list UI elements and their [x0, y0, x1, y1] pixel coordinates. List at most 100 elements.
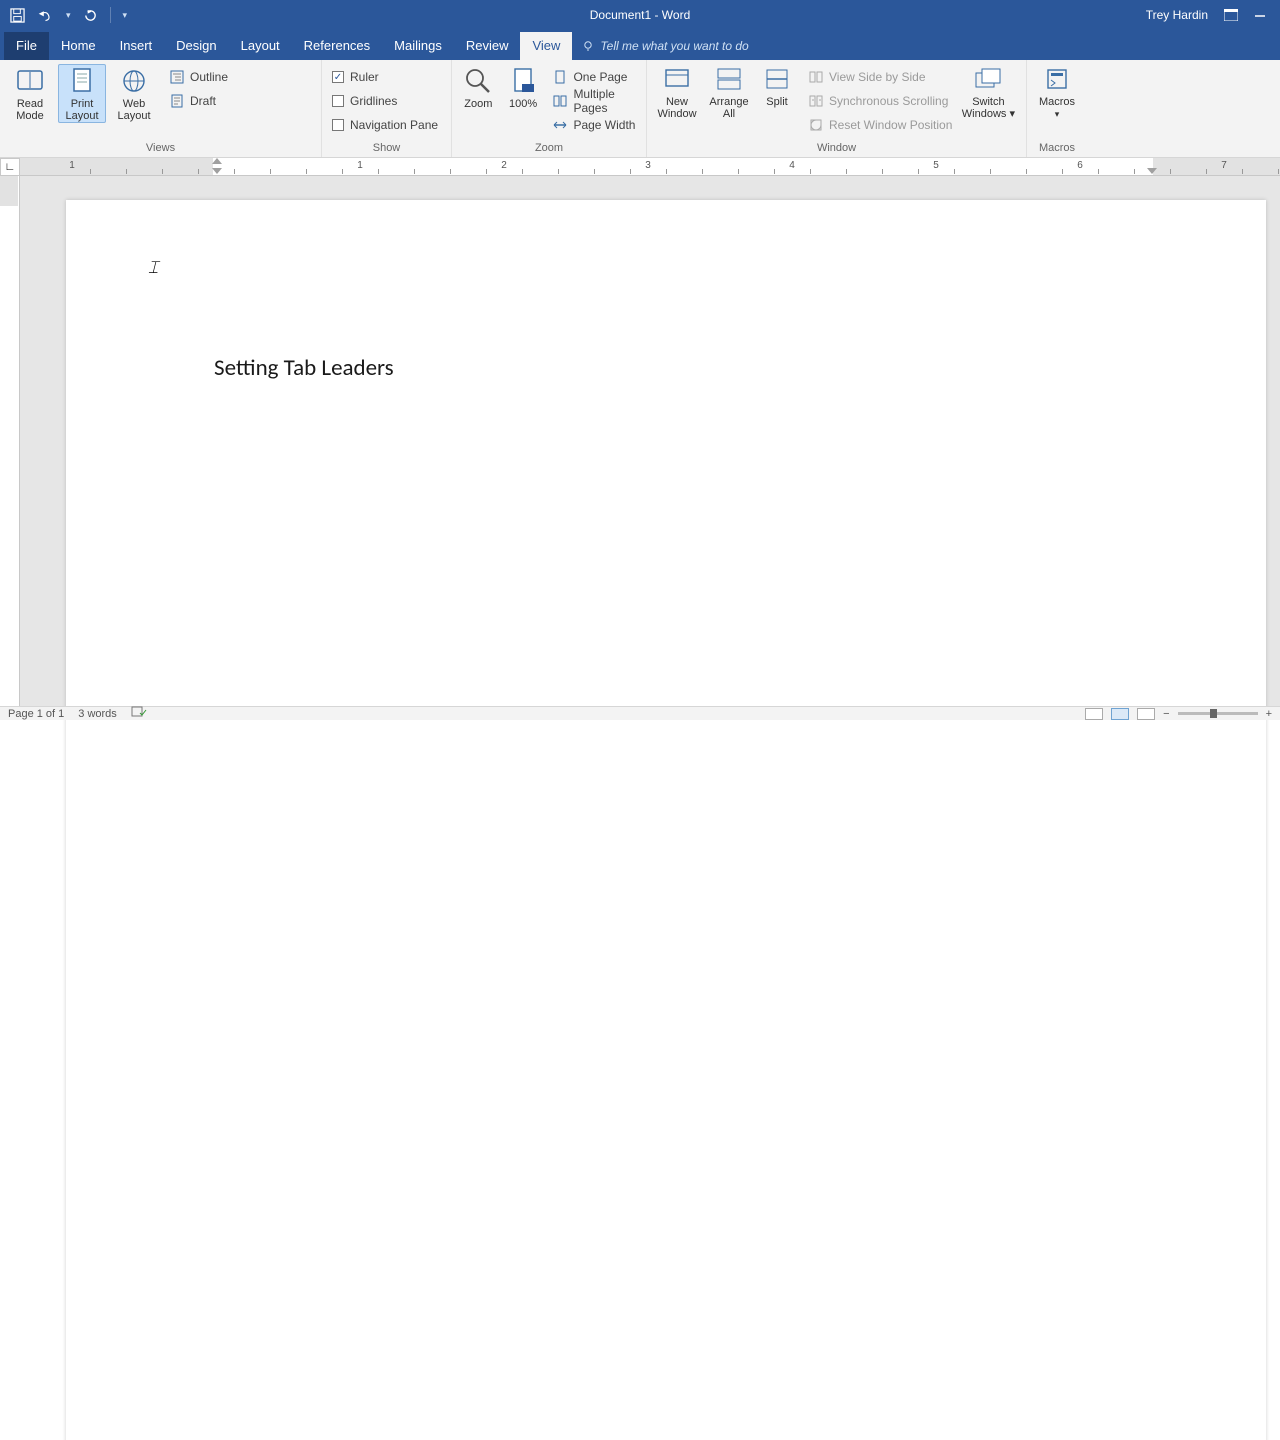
word-count[interactable]: 3 words — [78, 708, 117, 720]
ruler-tick: 7 — [1221, 160, 1227, 171]
group-show: ✓ Ruler Gridlines Navigation Pane Show — [322, 60, 452, 157]
group-zoom: Zoom 100% One Page Multiple Pages Page W… — [452, 60, 647, 157]
sync-scroll-icon — [809, 94, 823, 108]
group-window: NewWindow ArrangeAll Split View Side by … — [647, 60, 1027, 157]
checkbox-icon: ✓ — [332, 71, 344, 83]
side-by-side-icon — [809, 70, 823, 84]
outline-button[interactable]: Outline — [166, 66, 232, 88]
ruler-tick: 1 — [357, 160, 363, 171]
document-title: Document1 - Word — [590, 8, 690, 22]
reset-position-icon — [809, 118, 823, 132]
tab-selector[interactable]: ∟ — [0, 158, 20, 176]
checkbox-icon — [332, 95, 344, 107]
arrange-all-icon — [714, 66, 744, 94]
web-layout-view-icon[interactable] — [1137, 708, 1155, 720]
one-page-button[interactable]: One Page — [549, 66, 640, 88]
split-button[interactable]: Split — [757, 64, 797, 108]
page[interactable]: ⌶ Setting Tab Leaders — [66, 200, 1266, 1440]
read-mode-icon — [15, 66, 45, 96]
tab-review[interactable]: Review — [454, 32, 521, 60]
print-layout-button[interactable]: PrintLayout — [58, 64, 106, 123]
tab-design[interactable]: Design — [164, 32, 228, 60]
first-line-indent-marker[interactable] — [212, 158, 222, 164]
group-label-zoom: Zoom — [458, 140, 640, 157]
group-label-show: Show — [328, 140, 445, 157]
navigation-pane-checkbox[interactable]: Navigation Pane — [328, 114, 442, 136]
split-icon — [763, 66, 791, 94]
macros-icon — [1042, 66, 1072, 94]
ribbon-display-icon[interactable] — [1224, 9, 1238, 21]
tab-layout[interactable]: Layout — [229, 32, 292, 60]
gridlines-checkbox[interactable]: Gridlines — [328, 90, 442, 112]
print-layout-icon — [67, 66, 97, 96]
one-page-icon — [553, 70, 567, 84]
switch-windows-button[interactable]: SwitchWindows ▾ — [960, 64, 1016, 120]
status-bar: Page 1 of 1 3 words − + — [0, 706, 1280, 720]
group-label-views: Views — [6, 140, 315, 157]
print-layout-view-icon[interactable] — [1111, 708, 1129, 720]
tab-home[interactable]: Home — [49, 32, 108, 60]
multiple-pages-button[interactable]: Multiple Pages — [549, 90, 640, 112]
undo-icon[interactable] — [37, 8, 54, 23]
spellcheck-icon[interactable] — [131, 706, 147, 721]
draft-icon — [170, 94, 184, 108]
read-mode-button[interactable]: ReadMode — [6, 64, 54, 122]
ruler-tick: 6 — [1077, 160, 1083, 171]
title-bar: ▾ ▾ Document1 - Word Trey Hardin — [0, 0, 1280, 30]
chevron-down-icon: ▾ — [1006, 108, 1015, 120]
tab-insert[interactable]: Insert — [108, 32, 165, 60]
ruler-tick: 4 — [789, 160, 795, 171]
page-indicator[interactable]: Page 1 of 1 — [8, 708, 64, 720]
page-100-icon — [508, 66, 538, 96]
multiple-pages-icon — [553, 94, 567, 108]
document-body-text[interactable]: Setting Tab Leaders — [214, 354, 394, 382]
new-window-button[interactable]: NewWindow — [653, 64, 701, 120]
horizontal-ruler[interactable]: 1 1 2 3 4 5 6 7 — [20, 158, 1280, 176]
undo-dropdown-icon[interactable]: ▾ — [66, 10, 71, 21]
read-mode-view-icon[interactable] — [1085, 708, 1103, 720]
checkbox-icon — [332, 119, 344, 131]
group-label-window: Window — [653, 140, 1020, 157]
ruler-tick: 2 — [501, 160, 507, 171]
hanging-indent-marker[interactable] — [212, 168, 222, 174]
tab-mailings[interactable]: Mailings — [382, 32, 454, 60]
ribbon-tabs: File Home Insert Design Layout Reference… — [0, 30, 1280, 60]
zoom-button[interactable]: Zoom — [458, 64, 499, 110]
chevron-down-icon: ▾ — [1055, 109, 1060, 119]
zoom-out-icon[interactable]: − — [1163, 708, 1169, 720]
new-window-icon — [662, 66, 692, 94]
macros-button[interactable]: Macros▾ — [1033, 64, 1081, 120]
zoom-100-button[interactable]: 100% — [503, 64, 544, 110]
synchronous-scrolling-button: Synchronous Scrolling — [805, 90, 956, 112]
text-cursor-icon: ⌶ — [148, 258, 158, 278]
vertical-ruler[interactable] — [0, 176, 20, 706]
ruler-tick: 1 — [69, 160, 75, 171]
tell-me-search[interactable]: Tell me what you want to do — [572, 33, 758, 60]
user-name[interactable]: Trey Hardin — [1146, 8, 1208, 22]
outline-icon — [170, 70, 184, 84]
window-controls: Trey Hardin — [1146, 8, 1280, 22]
zoom-slider[interactable] — [1178, 712, 1258, 715]
ribbon: ReadMode PrintLayout WebLayout Outline D… — [0, 60, 1280, 158]
tab-file[interactable]: File — [4, 32, 49, 60]
page-width-button[interactable]: Page Width — [549, 114, 640, 136]
ruler-tick: 3 — [645, 160, 651, 171]
group-views: ReadMode PrintLayout WebLayout Outline D… — [0, 60, 322, 157]
lightbulb-icon — [582, 40, 594, 52]
zoom-in-icon[interactable]: + — [1266, 708, 1272, 720]
tab-references[interactable]: References — [292, 32, 382, 60]
draft-button[interactable]: Draft — [166, 90, 232, 112]
qat-customize-icon[interactable]: ▾ — [123, 10, 128, 21]
magnifier-icon — [463, 66, 493, 96]
arrange-all-button[interactable]: ArrangeAll — [705, 64, 753, 120]
ruler-checkbox[interactable]: ✓ Ruler — [328, 66, 442, 88]
ruler-tick: 5 — [933, 160, 939, 171]
right-indent-marker[interactable] — [1147, 168, 1157, 174]
web-layout-button[interactable]: WebLayout — [110, 64, 158, 122]
reset-window-position-button: Reset Window Position — [805, 114, 956, 136]
redo-icon[interactable] — [83, 8, 98, 23]
web-layout-icon — [119, 66, 149, 96]
minimize-icon[interactable] — [1254, 9, 1266, 21]
tab-view[interactable]: View — [520, 32, 572, 60]
save-icon[interactable] — [10, 8, 25, 23]
